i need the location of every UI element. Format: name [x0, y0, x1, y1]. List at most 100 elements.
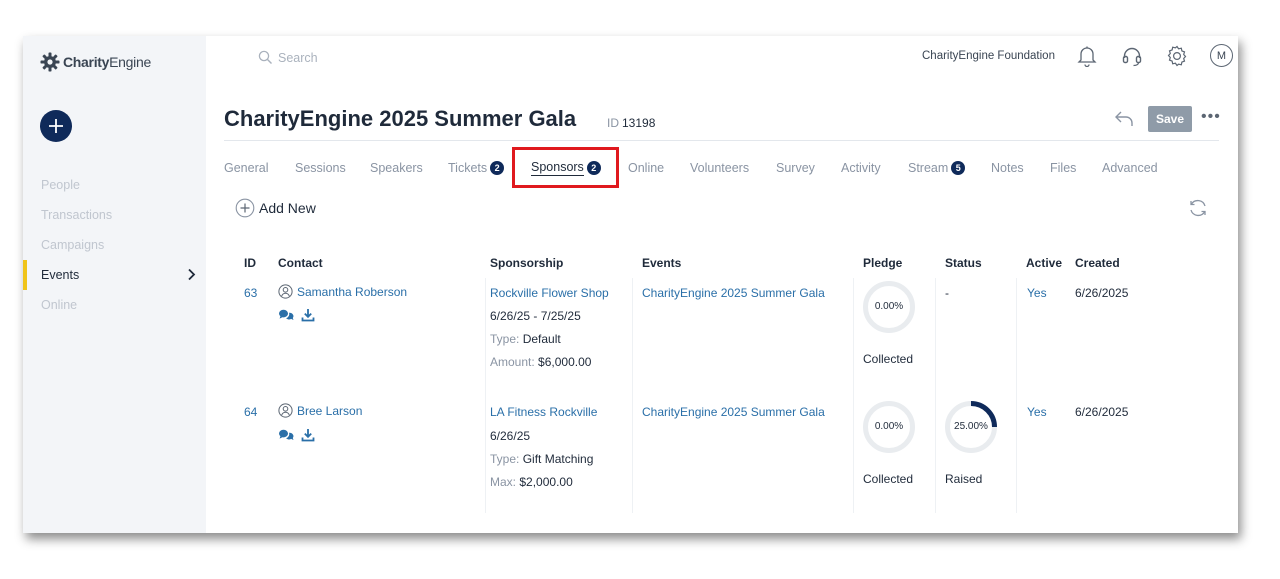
message-button[interactable]	[278, 308, 294, 327]
logo[interactable]: CharityEngine	[40, 52, 151, 72]
column-divider	[853, 278, 854, 513]
chevron-right-icon	[188, 268, 196, 281]
type-value: Default	[522, 332, 561, 346]
search-icon	[258, 50, 272, 64]
sidebar-item-label: Events	[41, 268, 80, 282]
sponsorship-max: Max: $2,000.00	[490, 475, 573, 489]
sidebar-item-people[interactable]: People	[23, 170, 206, 200]
notifications-button[interactable]	[1075, 44, 1099, 68]
record-id: ID 13198	[607, 116, 655, 130]
tab-tickets[interactable]: Tickets 2	[448, 161, 531, 175]
support-button[interactable]	[1120, 44, 1144, 68]
sidebar: CharityEngine People Transactions Campai…	[23, 36, 206, 533]
event-link[interactable]: CharityEngine 2025 Summer Gala	[642, 286, 825, 300]
column-header-contact: Contact	[278, 256, 323, 270]
tab-label: Sponsors	[531, 160, 584, 176]
column-header-events: Events	[642, 256, 682, 270]
org-name[interactable]: CharityEngine Foundation	[922, 50, 1055, 62]
tab-label: Speakers	[370, 161, 423, 175]
type-label: Type:	[490, 452, 520, 466]
tab-sessions[interactable]: Sessions	[295, 161, 370, 175]
download-button[interactable]	[301, 308, 315, 327]
tab-volunteers[interactable]: Volunteers	[690, 161, 776, 175]
tab-activity[interactable]: Activity	[841, 161, 908, 175]
tab-sponsors[interactable]: Sponsors 2	[531, 160, 628, 176]
tab-label: General	[224, 161, 269, 175]
sidebar-item-online[interactable]: Online	[23, 290, 206, 320]
back-arrow-icon	[1115, 111, 1133, 126]
sponsorship-type: Type: Default	[490, 332, 561, 346]
tab-label: Files	[1050, 161, 1077, 175]
pledge-caption: Collected	[863, 472, 914, 486]
contact-link[interactable]: Samantha Roberson	[278, 284, 407, 299]
tab-stream[interactable]: Stream 5	[908, 161, 991, 175]
tab-files[interactable]: Files	[1050, 161, 1102, 175]
record-id-label: ID	[607, 116, 619, 130]
column-header-created: Created	[1075, 256, 1120, 270]
status-percent: 25.00%	[954, 421, 988, 432]
sponsorship-dates: 6/26/25 - 7/25/25	[490, 309, 581, 323]
contact-link[interactable]: Bree Larson	[278, 403, 362, 418]
column-header-id: ID	[244, 256, 256, 270]
column-divider	[632, 278, 633, 513]
search-input[interactable]: Search	[258, 50, 318, 65]
message-button[interactable]	[278, 428, 294, 447]
active-link[interactable]: Yes	[1027, 405, 1047, 419]
amount-value: $6,000.00	[538, 355, 592, 369]
avatar[interactable]: M	[1210, 44, 1233, 67]
pledge-percent: 0.00%	[874, 301, 904, 312]
tab-survey[interactable]: Survey	[776, 161, 841, 175]
tab-speakers[interactable]: Speakers	[370, 161, 448, 175]
type-label: Type:	[490, 332, 520, 346]
tab-label: Advanced	[1102, 161, 1158, 175]
column-header-active: Active	[1026, 256, 1063, 270]
tab-label: Tickets	[448, 161, 488, 175]
back-button[interactable]	[1113, 108, 1135, 133]
sponsor-name-link[interactable]: Rockville Flower Shop	[490, 286, 609, 300]
global-add-button[interactable]	[40, 110, 72, 142]
tab-label: Notes	[991, 161, 1024, 175]
sidebar-nav: People Transactions Campaigns Events Onl…	[23, 170, 206, 320]
person-icon	[278, 284, 293, 299]
more-options-button[interactable]: •••	[1201, 108, 1221, 126]
tab-count-badge: 2	[586, 161, 601, 175]
pledge-caption: Collected	[863, 352, 914, 366]
sponsor-id-link[interactable]: 64	[244, 405, 257, 419]
tab-advanced[interactable]: Advanced	[1102, 161, 1158, 175]
column-header-status: Status	[945, 256, 982, 270]
download-button[interactable]	[301, 428, 315, 447]
status-caption: Raised	[945, 472, 983, 486]
tab-count-badge: 2	[490, 161, 505, 175]
sponsorship-amount: Amount: $6,000.00	[490, 355, 591, 369]
column-header-sponsorship: Sponsorship	[490, 256, 564, 270]
tab-online[interactable]: Online	[628, 161, 690, 175]
amount-value: $2,000.00	[519, 475, 573, 489]
column-divider	[485, 278, 486, 513]
chat-icon	[279, 429, 294, 440]
active-link[interactable]: Yes	[1027, 286, 1047, 300]
settings-button[interactable]	[1165, 44, 1189, 68]
gear-icon	[1167, 45, 1187, 67]
plus-icon	[49, 119, 63, 133]
add-new-button[interactable]: Add New	[235, 198, 316, 218]
tab-notes[interactable]: Notes	[991, 161, 1050, 175]
tab-label: Stream	[908, 161, 949, 175]
sidebar-item-events[interactable]: Events	[23, 260, 206, 290]
amount-label: Max:	[490, 475, 517, 489]
refresh-icon	[1190, 200, 1206, 216]
tab-general[interactable]: General	[224, 161, 295, 175]
row-actions	[278, 308, 315, 327]
sponsor-id-link[interactable]: 63	[244, 286, 257, 300]
gear-logo-icon	[40, 52, 60, 72]
save-button[interactable]: Save	[1148, 106, 1192, 132]
sponsor-name-link[interactable]: LA Fitness Rockville	[490, 405, 597, 419]
refresh-button[interactable]	[1187, 197, 1209, 224]
sidebar-item-campaigns[interactable]: Campaigns	[23, 230, 206, 260]
contact-name: Samantha Roberson	[297, 284, 408, 299]
sidebar-item-transactions[interactable]: Transactions	[23, 200, 206, 230]
tab-label: Survey	[776, 161, 815, 175]
created-date: 6/26/2025	[1075, 405, 1129, 419]
sidebar-item-label: Online	[41, 298, 78, 312]
sidebar-item-label: Campaigns	[41, 238, 105, 252]
event-link[interactable]: CharityEngine 2025 Summer Gala	[642, 405, 825, 419]
